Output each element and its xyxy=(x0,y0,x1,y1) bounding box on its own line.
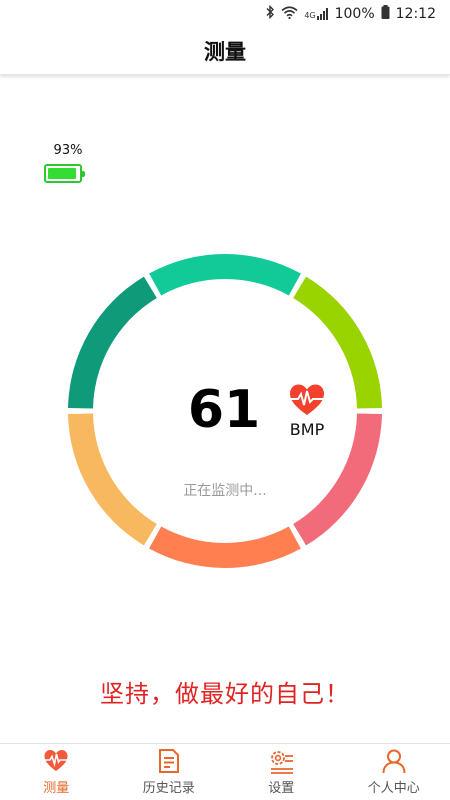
header: 测量 xyxy=(0,28,450,75)
device-battery-percent: 93% xyxy=(53,143,83,158)
device-battery: 93% xyxy=(44,143,92,183)
gauge-segment-3 xyxy=(68,413,157,546)
wifi-icon xyxy=(281,5,298,23)
status-bar: 4G 100% 12:12 xyxy=(0,0,450,28)
battery-icon xyxy=(44,164,85,183)
clock: 12:12 xyxy=(395,6,436,22)
heart-rate-unit: BMP xyxy=(289,420,325,439)
motto-text: 坚持，做最好的自己！ xyxy=(100,680,350,708)
nav-label-settings: 设置 xyxy=(268,781,295,796)
bottom-nav: 测量 历史记录 设置 个人中心 xyxy=(0,743,450,800)
settings-icon xyxy=(271,751,294,774)
heartbeat-icon xyxy=(43,750,70,771)
history-doc-icon xyxy=(158,749,179,773)
nav-item-measure[interactable]: 测量 xyxy=(0,744,113,800)
status-battery-text: 100% xyxy=(334,6,375,22)
nav-label-profile: 个人中心 xyxy=(367,781,420,796)
monitoring-status: 正在监测中... xyxy=(183,483,267,499)
user-icon xyxy=(382,749,406,774)
measure-screen: 4G 100% 12:12 测量 93% 61 BMP 正在监测中... 坚持，… xyxy=(0,0,450,800)
nav-item-history[interactable]: 历史记录 xyxy=(113,744,226,800)
signal-icon: 4G xyxy=(304,8,328,20)
page-title: 测量 xyxy=(204,40,246,64)
battery-cap xyxy=(82,171,85,177)
gauge-segment-2 xyxy=(149,526,301,568)
bluetooth-icon xyxy=(265,4,275,23)
battery-status-icon xyxy=(381,5,390,23)
nav-item-profile[interactable]: 个人中心 xyxy=(338,744,450,800)
battery-fill xyxy=(48,168,76,179)
heart-rate-value: 61 xyxy=(187,380,261,440)
gauge-segment-5 xyxy=(149,254,301,296)
nav-item-settings[interactable]: 设置 xyxy=(225,744,338,800)
heart-pulse-icon xyxy=(288,383,326,417)
network-type: 4G xyxy=(304,11,316,20)
nav-label-history: 历史记录 xyxy=(142,781,195,796)
nav-label-measure: 测量 xyxy=(43,781,70,796)
gauge-segment-4 xyxy=(68,276,157,409)
